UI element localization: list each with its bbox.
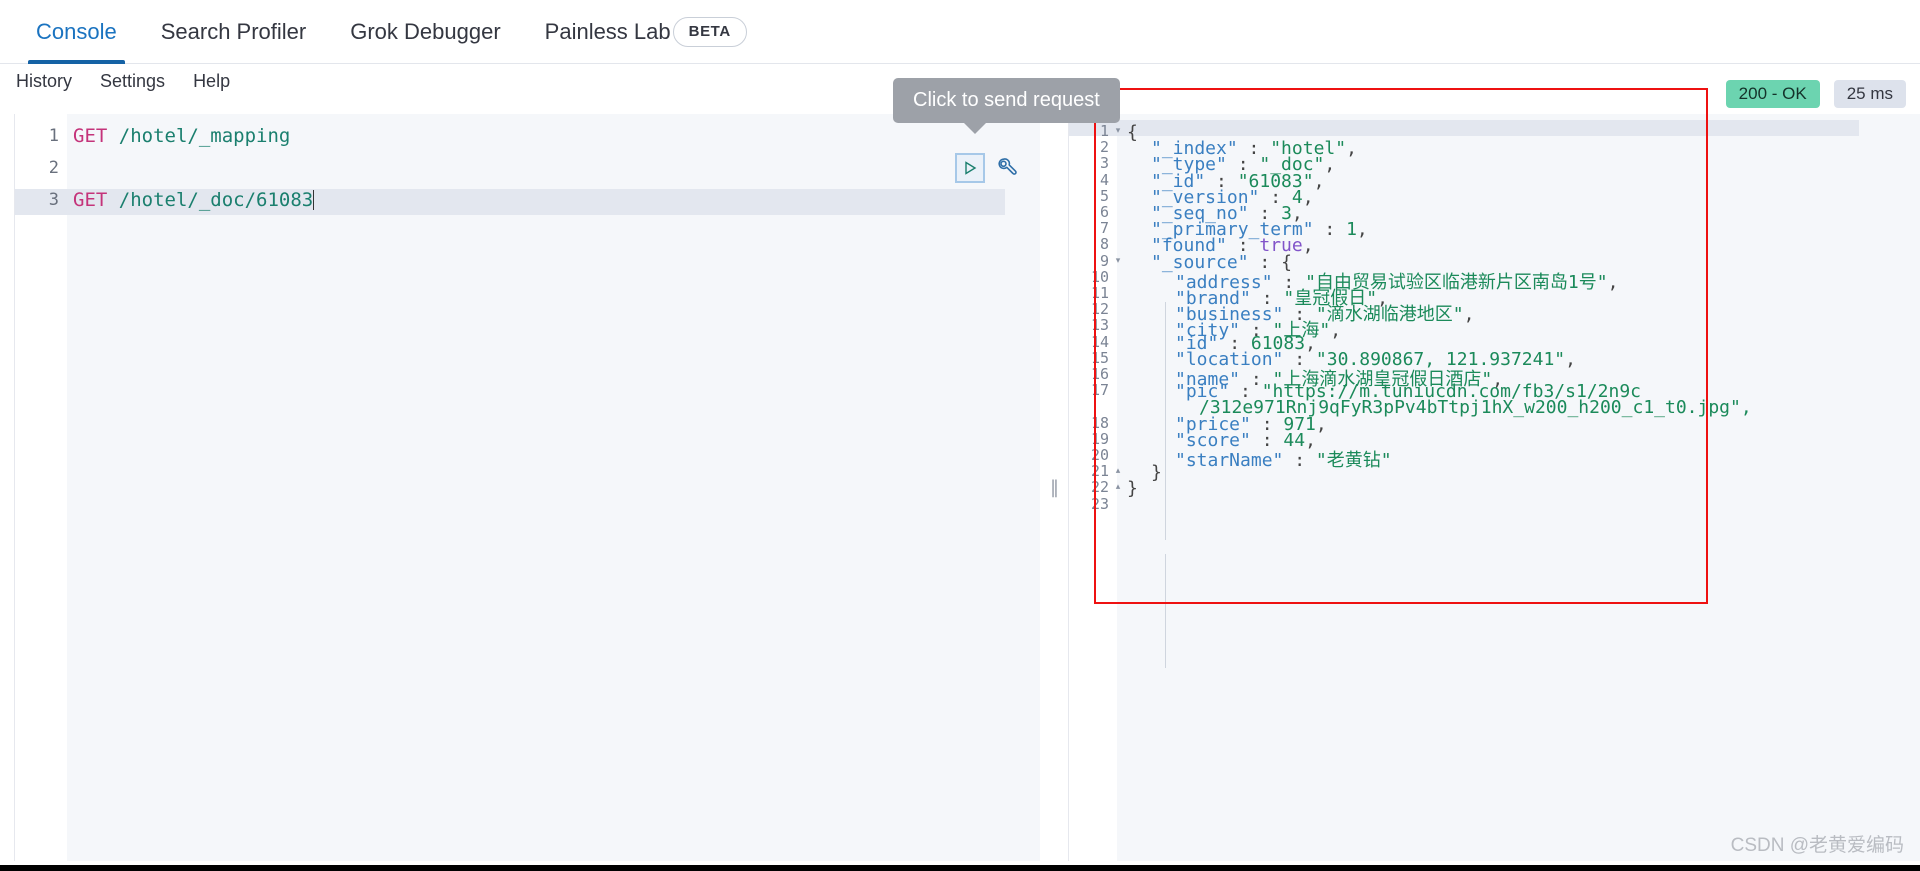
- submenu-item-settings[interactable]: Settings: [100, 71, 165, 92]
- status-code-badge: 200 - OK: [1725, 80, 1820, 108]
- indent-guide: [1165, 554, 1166, 668]
- code-fold-toggle-icon[interactable]: ▴: [1112, 465, 1124, 476]
- request-path: /hotel/_mapping: [107, 125, 291, 147]
- top-tab-bar: Console Search Profiler Grok Debugger Pa…: [0, 0, 1920, 64]
- indent-guide: [1165, 302, 1166, 540]
- submenu-item-history[interactable]: History: [16, 71, 72, 92]
- editor-action-icons[interactable]: [955, 153, 1019, 183]
- tab-search-profiler[interactable]: Search Profiler: [139, 0, 329, 64]
- code-fold-toggle-icon[interactable]: ▾: [1112, 125, 1124, 136]
- response-json-line: {: [1127, 122, 1138, 143]
- beta-badge: BETA: [672, 16, 747, 47]
- tab-search-profiler-label: Search Profiler: [160, 18, 307, 44]
- http-method: GET: [73, 125, 108, 147]
- response-panel[interactable]: 1 ▾{2 "_index" : "hotel", 3 "_type" : "_doc"…: [1068, 114, 1920, 861]
- send-request-button[interactable]: [955, 153, 985, 183]
- tab-painless-lab[interactable]: Painless Lab BETA: [523, 0, 769, 64]
- play-icon: [965, 161, 977, 175]
- request-actions-menu-button[interactable]: [993, 155, 1019, 181]
- response-line-number: 23: [1090, 494, 1109, 513]
- splitter-grip-icon: ‖: [1050, 477, 1059, 498]
- response-status-row: 200 - OK 25 ms: [1725, 80, 1906, 108]
- tab-grok-debugger[interactable]: Grok Debugger: [328, 0, 522, 64]
- response-json-line: "starName" : "老黄钻": [1175, 450, 1392, 471]
- editor-line-number: 2: [48, 158, 59, 178]
- watermark: CSDN @老黄爱编码: [1730, 835, 1904, 856]
- http-method: GET: [73, 189, 108, 211]
- response-line-number: 17: [1090, 381, 1109, 400]
- tab-painless-lab-label: Painless Lab: [544, 18, 671, 44]
- tab-console[interactable]: Console: [14, 0, 139, 64]
- panel-splitter[interactable]: ‖: [1040, 114, 1068, 861]
- tab-grok-debugger-label: Grok Debugger: [350, 18, 501, 44]
- editor-line-1[interactable]: GET /hotel/_mapping: [73, 125, 290, 147]
- editor-line-number: 1: [48, 126, 59, 146]
- response-line-highlight: [1069, 120, 1859, 137]
- editor-line-number: 3: [48, 190, 59, 210]
- submenu-item-help[interactable]: Help: [193, 71, 230, 92]
- code-fold-toggle-icon[interactable]: ▴: [1112, 481, 1124, 492]
- code-fold-toggle-icon[interactable]: ▾: [1112, 255, 1124, 266]
- send-request-tooltip: Click to send request: [893, 78, 1120, 134]
- response-time-badge: 25 ms: [1833, 80, 1906, 108]
- bottom-strip: [0, 865, 1920, 871]
- response-json-line: }: [1127, 478, 1138, 500]
- kibana-dev-tools-console: Console Search Profiler Grok Debugger Pa…: [0, 0, 1920, 871]
- wrench-icon: [998, 158, 1017, 175]
- request-editor-panel[interactable]: 1 GET /hotel/_mapping 2 3 GET /hotel/_do…: [14, 114, 1056, 861]
- response-json-line: }: [1151, 462, 1162, 484]
- editor-code-area[interactable]: [67, 114, 1056, 861]
- tab-console-label: Console: [36, 18, 117, 44]
- editor-gutter: [15, 114, 67, 861]
- text-caret: [313, 190, 315, 210]
- request-path: /hotel/_doc/61083: [107, 189, 314, 211]
- editor-line-3[interactable]: GET /hotel/_doc/61083: [73, 189, 315, 211]
